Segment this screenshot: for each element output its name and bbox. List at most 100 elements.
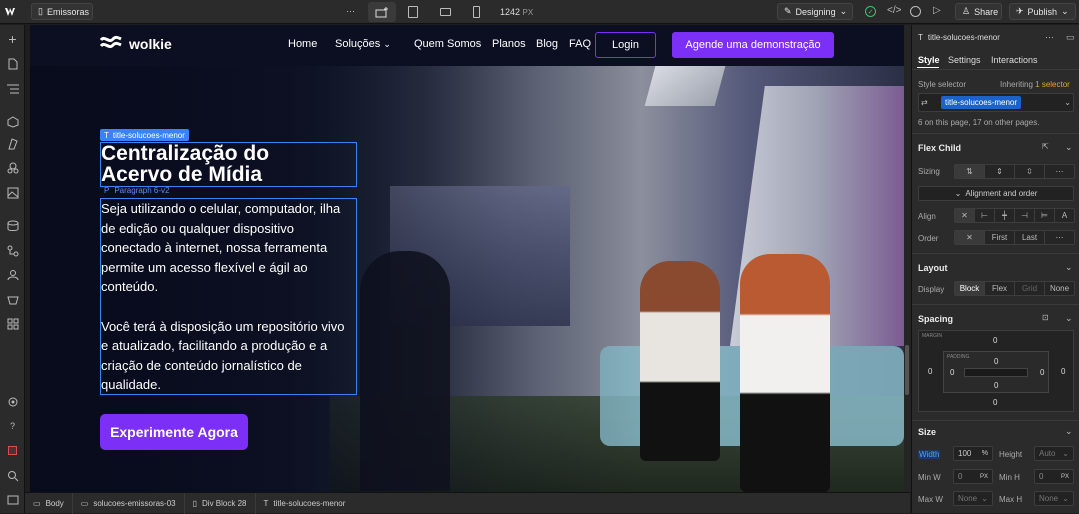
tab-interactions[interactable]: Interactions (991, 55, 1038, 65)
styles-icon[interactable] (5, 160, 20, 175)
scrollbar-thumb[interactable] (905, 345, 909, 395)
hero-title[interactable]: Centralização do Acervo de Mídia (100, 142, 357, 187)
order-first[interactable]: First (985, 231, 1015, 244)
sizing-grow-icon[interactable]: ⇕ (985, 165, 1015, 178)
title-selection-tag[interactable]: T title-solucoes-menor (100, 129, 189, 141)
margin-bottom[interactable]: 0 (993, 398, 997, 407)
nav-faq[interactable]: FAQ (569, 38, 591, 50)
margin-top[interactable]: 0 (993, 336, 997, 345)
align-start-icon[interactable]: ⊢ (975, 209, 995, 222)
padding-bottom[interactable]: 0 (994, 381, 998, 390)
comment-icon[interactable] (910, 6, 921, 17)
components-icon[interactable] (5, 114, 20, 129)
sizing-control[interactable]: ⇅ ⇕ ⇳ ⋯ (954, 164, 1075, 179)
align-stretch-icon[interactable]: ⊨ (1035, 209, 1055, 222)
align-none-icon[interactable]: ✕ (955, 209, 975, 222)
login-button[interactable]: Login (595, 32, 656, 58)
nav-quem-somos[interactable]: Quem Somos (414, 38, 481, 50)
more-options-icon[interactable]: ⋯ (1045, 32, 1054, 43)
chevron-down-icon[interactable]: ⌄ (1065, 142, 1073, 153)
width-input[interactable]: 100 % (953, 446, 993, 461)
add-icon[interactable]: + (5, 31, 20, 47)
breakpoint-base-icon[interactable] (368, 2, 396, 22)
width-unit[interactable]: % (982, 450, 988, 457)
settings-icon[interactable] (5, 394, 20, 409)
demo-button[interactable]: Agende uma demonstração (672, 32, 834, 58)
check-status-icon[interactable]: ✓ (865, 6, 876, 17)
alignment-order-button[interactable]: ⌄ Alignment and order (918, 186, 1074, 201)
apps-icon[interactable] (5, 316, 20, 331)
order-control[interactable]: ✕ First Last ⋯ (954, 230, 1075, 245)
tablet-icon[interactable] (408, 6, 418, 18)
padding-top[interactable]: 0 (994, 357, 998, 366)
tab-settings[interactable]: Settings (948, 55, 981, 65)
database-icon[interactable] (5, 218, 20, 233)
margin-right[interactable]: 0 (1061, 367, 1065, 376)
chevron-down-icon[interactable]: ⌄ (1064, 98, 1071, 107)
sizing-shrink-icon[interactable]: ⇅ (955, 165, 985, 178)
display-flex[interactable]: Flex (985, 282, 1015, 295)
margin-box[interactable]: MARGIN 0 0 0 0 PADDING 0 0 0 0 (918, 330, 1074, 412)
nav-solucoes[interactable]: Soluções ⌄ (335, 38, 391, 50)
display-grid[interactable]: Grid (1015, 282, 1045, 295)
users-icon[interactable] (5, 267, 20, 282)
size-heading[interactable]: Size (918, 427, 936, 437)
cms-icon[interactable] (5, 136, 20, 151)
hero-cta-button[interactable]: Experimente Agora (100, 414, 248, 450)
tab-style[interactable]: Style (918, 55, 940, 65)
paragraph-hover-tag[interactable]: P Paragraph 6-v2 (104, 186, 170, 195)
order-none-icon[interactable]: ✕ (955, 231, 985, 244)
nav-planos[interactable]: Planos (492, 38, 526, 50)
collapse-icon[interactable]: ▭ (1066, 32, 1075, 43)
flex-child-help-icon[interactable]: ⇱ (1042, 142, 1049, 151)
sizing-none-icon[interactable]: ⇳ (1015, 165, 1045, 178)
inheriting-note[interactable]: Inheriting 1 selector (1000, 80, 1070, 89)
page-switcher[interactable]: ▯ Emissoras (31, 3, 93, 20)
wolkie-logo-icon[interactable] (99, 35, 122, 53)
display-none[interactable]: None (1045, 282, 1074, 295)
audit-icon[interactable] (5, 443, 20, 458)
min-height-input[interactable]: 0 PX (1034, 469, 1074, 484)
logic-icon[interactable] (5, 243, 20, 258)
hero-paragraph[interactable]: Seja utilizando o celular, computador, i… (100, 198, 357, 395)
publish-button[interactable]: ✈ Publish ⌄ (1009, 3, 1076, 20)
padding-right[interactable]: 0 (1040, 368, 1044, 377)
logo-text[interactable]: wolkie (129, 36, 172, 52)
landscape-icon[interactable] (440, 8, 451, 16)
padding-left[interactable]: 0 (950, 368, 954, 377)
hero-section[interactable]: T title-solucoes-menor Centralização do … (30, 66, 904, 492)
selector-chip[interactable]: title-solucoes-menor (941, 96, 1022, 109)
search-icon[interactable] (5, 468, 20, 483)
align-baseline-icon[interactable]: A (1055, 209, 1074, 222)
code-icon[interactable]: </> (887, 5, 901, 16)
nav-blog[interactable]: Blog (536, 38, 558, 50)
min-height-unit[interactable]: PX (1061, 474, 1069, 480)
help-icon[interactable]: ? (5, 418, 20, 433)
min-width-unit[interactable]: PX (980, 474, 988, 480)
preview-icon[interactable]: ▷ (933, 5, 941, 16)
more-icon[interactable]: ··· (346, 6, 355, 16)
webflow-logo-icon[interactable] (5, 5, 19, 19)
canvas-scrollbar[interactable] (904, 25, 911, 492)
layout-heading[interactable]: Layout (918, 263, 948, 273)
spacing-heading[interactable]: Spacing (918, 314, 953, 324)
padding-box[interactable]: PADDING 0 0 0 0 (943, 351, 1049, 393)
breadcrumb-title[interactable]: T title-solucoes-menor (256, 493, 354, 514)
video-tutorials-icon[interactable] (5, 492, 20, 507)
display-control[interactable]: Block Flex Grid None (954, 281, 1075, 296)
align-end-icon[interactable]: ⊣ (1015, 209, 1035, 222)
display-block[interactable]: Block (955, 282, 985, 295)
assets-icon[interactable] (5, 185, 20, 200)
height-input[interactable]: Auto ⌄ (1034, 446, 1074, 461)
flex-child-heading[interactable]: Flex Child (918, 143, 961, 153)
order-last[interactable]: Last (1015, 231, 1045, 244)
max-height-input[interactable]: None ⌄ (1034, 491, 1074, 506)
align-center-icon[interactable]: ┿ (995, 209, 1015, 222)
breadcrumb-div-block[interactable]: ▯ Div Block 28 (185, 492, 256, 514)
pages-icon[interactable] (5, 56, 20, 71)
selector-field[interactable]: ⇄ title-solucoes-menor ⌄ (918, 93, 1074, 112)
navigator-icon[interactable] (5, 81, 20, 96)
ecommerce-icon[interactable] (5, 291, 20, 306)
breadcrumb-body[interactable]: ▭ Body (25, 492, 73, 514)
nav-home[interactable]: Home (288, 38, 317, 50)
